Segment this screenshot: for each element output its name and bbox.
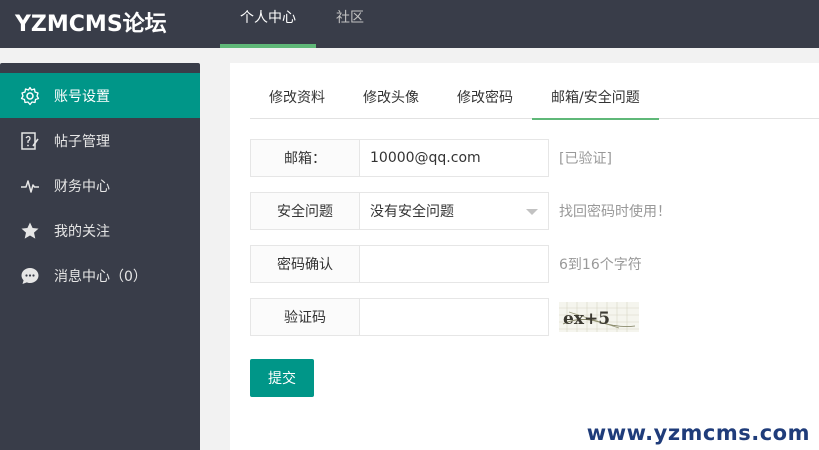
pulse-icon — [20, 176, 40, 196]
sidebar-item-label: 我的关注 — [54, 223, 110, 240]
sidebar-item-finance-center[interactable]: 财务中心 — [0, 163, 200, 208]
top-nav-community[interactable]: 社区 — [316, 0, 384, 48]
security-question-value: 没有安全问题 — [370, 204, 454, 220]
post-edit-icon — [20, 131, 40, 151]
password-confirm-input[interactable] — [370, 246, 548, 282]
site-logo[interactable]: YZMCMS论坛 — [15, 6, 167, 38]
top-nav: 个人中心 社区 — [220, 0, 384, 48]
security-question-select[interactable]: 没有安全问题 — [360, 192, 549, 230]
caret-down-icon — [526, 209, 538, 215]
tab-edit-avatar[interactable]: 修改头像 — [344, 80, 438, 119]
sidebar-item-label: 账号设置 — [54, 88, 110, 105]
password-length-hint: 6到16个字符 — [559, 257, 642, 273]
star-icon — [20, 221, 40, 241]
security-question-row: 安全问题 没有安全问题 找回密码时使用！ — [250, 192, 671, 230]
sidebar-item-label: 财务中心 — [54, 178, 110, 195]
submit-button[interactable]: 提交 — [250, 359, 314, 397]
captcha-image[interactable]: ex+5 — [559, 302, 639, 332]
security-question-label: 安全问题 — [250, 192, 360, 230]
captcha-field[interactable] — [360, 298, 549, 336]
site-watermark: www.yzmcms.com — [586, 421, 810, 445]
email-label: 邮箱： — [250, 139, 360, 177]
email-input[interactable] — [370, 140, 548, 176]
sidebar-item-label: 消息中心（0） — [54, 268, 147, 285]
tab-edit-profile[interactable]: 修改资料 — [250, 80, 344, 119]
sidebar-item-account-settings[interactable]: 账号设置 — [0, 73, 200, 118]
tab-email-security[interactable]: 邮箱/安全问题 — [532, 80, 659, 120]
sidebar-item-label: 帖子管理 — [54, 133, 110, 150]
email-field[interactable] — [360, 139, 549, 177]
gear-icon — [20, 86, 40, 106]
settings-tabs: 修改资料 修改头像 修改密码 邮箱/安全问题 — [250, 80, 819, 120]
top-nav-personal-center[interactable]: 个人中心 — [220, 0, 316, 48]
main-panel: 修改资料 修改头像 修改密码 邮箱/安全问题 邮箱： [已验证] 安全问题 没有… — [230, 63, 819, 450]
captcha-text: ex+5 — [563, 309, 610, 329]
email-verified-status: [已验证] — [559, 151, 612, 167]
password-confirm-row: 密码确认 6到16个字符 — [250, 245, 642, 283]
captcha-input[interactable] — [370, 299, 548, 335]
captcha-row: 验证码 ex+5 — [250, 298, 639, 336]
password-confirm-field[interactable] — [360, 245, 549, 283]
sidebar-item-my-follows[interactable]: 我的关注 — [0, 208, 200, 253]
captcha-label: 验证码 — [250, 298, 360, 336]
sidebar-item-message-center[interactable]: 消息中心（0） — [0, 253, 200, 298]
chat-icon — [20, 266, 40, 286]
security-question-hint: 找回密码时使用！ — [559, 204, 671, 220]
email-row: 邮箱： [已验证] — [250, 139, 612, 177]
password-confirm-label: 密码确认 — [250, 245, 360, 283]
sidebar: 账号设置 帖子管理 财务中心 我的关注 消息中心（0） — [0, 63, 200, 450]
tab-change-password[interactable]: 修改密码 — [438, 80, 532, 119]
sidebar-item-post-management[interactable]: 帖子管理 — [0, 118, 200, 163]
top-bar: YZMCMS论坛 个人中心 社区 — [0, 0, 819, 48]
